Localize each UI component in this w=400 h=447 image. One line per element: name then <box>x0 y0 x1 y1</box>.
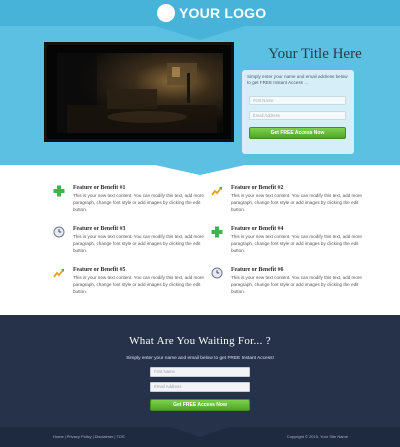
optin-description: Simply enter your name and email address… <box>247 74 348 86</box>
feature-title: Feature or Benefit #3 <box>73 226 126 232</box>
video-thumbnail <box>47 45 231 139</box>
hero-section: YOUR LOGO Your Title Here Simply enter y… <box>0 0 400 165</box>
get-access-button[interactable]: Get FREE Access Now <box>249 127 346 139</box>
logo-circle-icon <box>157 4 175 22</box>
cta-get-access-button[interactable]: Get FREE Access Now <box>150 399 250 411</box>
feature-item: Feature or Benefit #1 This is your new t… <box>53 184 213 213</box>
footer-link-home[interactable]: Home <box>53 434 64 439</box>
chart-arrow-icon <box>53 266 65 278</box>
feature-text: This is your new text content. You can m… <box>231 193 362 212</box>
footer: Home | Privacy Policy | Disclaimer | TOS… <box>0 427 400 447</box>
header-chevron <box>155 26 245 40</box>
clock-icon <box>211 266 223 279</box>
video-player[interactable] <box>44 42 234 142</box>
footer-link-tos[interactable]: TOS <box>116 434 124 439</box>
email-field[interactable]: Email Address <box>249 111 346 120</box>
cta-section: What Are You Waiting For... ? Simply ent… <box>0 315 400 427</box>
footer-link-disclaimer[interactable]: Disclaimer <box>95 434 114 439</box>
cta-subtitle: Simply enter your name and email below t… <box>126 356 274 361</box>
first-name-field[interactable]: First Name <box>249 96 346 105</box>
feature-item: Feature or Benefit #6 This is your new t… <box>211 266 371 295</box>
feature-item: Feature or Benefit #2 This is your new t… <box>211 184 371 213</box>
optin-form: Simply enter your name and email address… <box>242 70 354 154</box>
green-plus-icon <box>211 225 223 238</box>
feature-title: Feature or Benefit #4 <box>231 226 284 232</box>
feature-text: This is your new text content. You can m… <box>73 193 204 212</box>
copyright: Copyright © 2015. Your Site Name <box>286 434 348 439</box>
feature-title: Feature or Benefit #1 <box>73 185 126 191</box>
hero-title: Your Title Here <box>268 46 362 62</box>
feature-text: This is your new text content. You can m… <box>231 234 362 253</box>
logo-text: YOUR LOGO <box>179 5 267 21</box>
footer-link-privacy[interactable]: Privacy Policy <box>67 434 92 439</box>
clock-icon <box>53 225 65 238</box>
cta-email-field[interactable]: Email Address <box>150 382 250 392</box>
feature-title: Feature or Benefit #6 <box>231 267 284 273</box>
cta-title: What Are You Waiting For... ? <box>129 335 271 347</box>
logo[interactable]: YOUR LOGO <box>157 3 266 23</box>
feature-text: This is your new text content. You can m… <box>73 275 204 294</box>
features-section: Feature or Benefit #1 This is your new t… <box>0 165 400 315</box>
feature-text: This is your new text content. You can m… <box>231 275 362 294</box>
feature-text: This is your new text content. You can m… <box>73 234 204 253</box>
feature-title: Feature or Benefit #2 <box>231 185 284 191</box>
feature-item: Feature or Benefit #4 This is your new t… <box>211 225 371 254</box>
green-plus-icon <box>53 184 65 197</box>
feature-title: Feature or Benefit #5 <box>73 267 126 273</box>
cta-first-name-field[interactable]: First Name <box>150 367 250 377</box>
feature-item: Feature or Benefit #3 This is your new t… <box>53 225 213 254</box>
chart-arrow-icon <box>211 184 223 196</box>
footer-chevron <box>170 427 230 437</box>
footer-links: Home | Privacy Policy | Disclaimer | TOS <box>53 434 125 439</box>
feature-item: Feature or Benefit #5 This is your new t… <box>53 266 213 295</box>
